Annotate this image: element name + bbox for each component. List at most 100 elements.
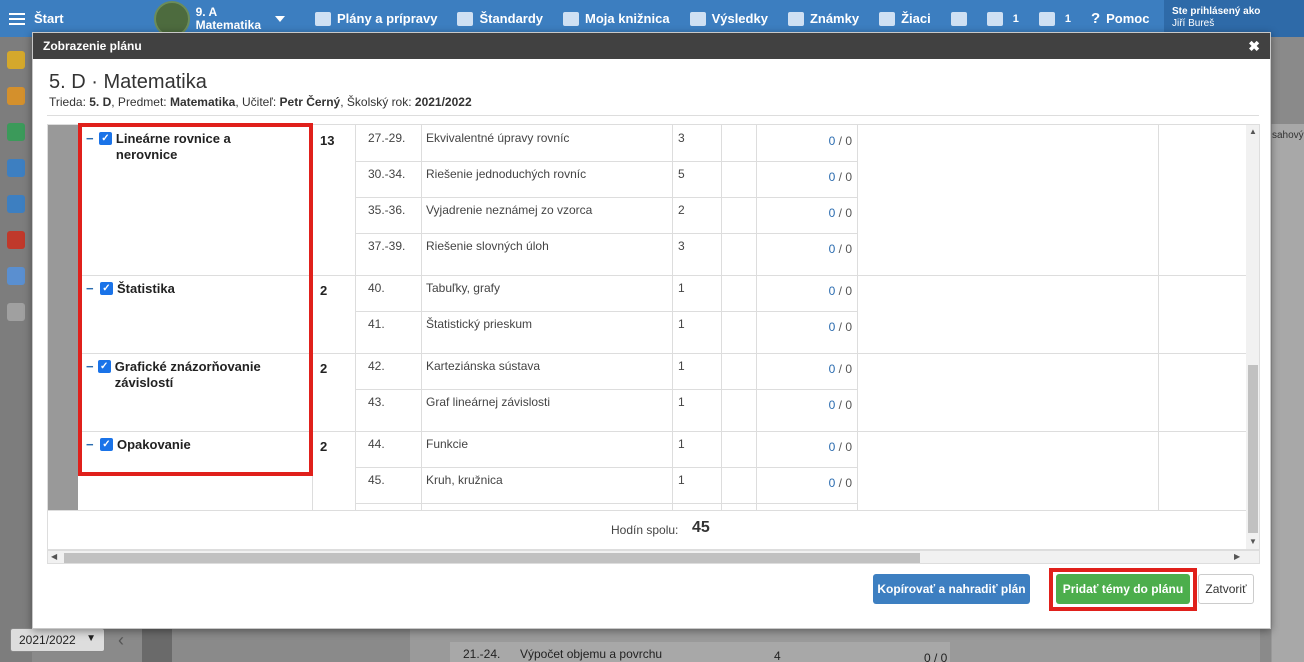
scroll-right-icon[interactable]: ▶ (1234, 552, 1240, 561)
book-icon[interactable] (7, 159, 25, 177)
lesson-count: 1 (678, 473, 685, 487)
total-label: Hodín spolu: (611, 523, 679, 537)
lesson-score: 0 / 0 (828, 134, 852, 148)
bg-row-topic: Výpočet objemu a povrchu (520, 647, 663, 661)
lesson-range: 42. (368, 359, 385, 373)
lesson-score: 0 / 0 (828, 170, 852, 184)
lesson-count: 1 (678, 395, 685, 409)
lesson-count: 2 (678, 203, 685, 217)
library-icon (563, 11, 580, 26)
lesson-name[interactable]: Karteziánska sústava (426, 359, 540, 373)
star-icon[interactable] (7, 51, 25, 69)
bar-chart-icon (689, 11, 706, 26)
lesson-name[interactable]: Graf lineárnej závislosti (426, 395, 550, 409)
scroll-left-icon[interactable]: ◀ (51, 552, 57, 561)
help-button[interactable]: ? Pomoc (1081, 10, 1160, 27)
nav-results[interactable]: Výsledky (680, 11, 778, 26)
modal-header: Zobrazenie plánu ✖ (33, 33, 1270, 59)
shield-icon (457, 11, 474, 26)
chevron-down-icon: ▼ (86, 633, 96, 644)
open-book-icon[interactable] (7, 195, 25, 213)
chevron-down-icon (275, 15, 285, 22)
lesson-range: 41. (368, 317, 385, 331)
menu-icon[interactable] (0, 0, 34, 37)
lesson-count: 1 (678, 317, 685, 331)
lesson-score: 0 / 0 (828, 398, 852, 412)
lesson-count: 1 (678, 437, 685, 451)
grades-icon (787, 11, 804, 26)
topic-hours: 2 (320, 283, 328, 298)
lesson-count: 5 (678, 167, 685, 181)
lesson-range: 37.-39. (368, 239, 406, 253)
lesson-score: 0 / 0 (828, 362, 852, 376)
chevron-left-icon[interactable]: ‹ (118, 630, 124, 651)
scroll-down-icon[interactable]: ▼ (1249, 537, 1257, 546)
modal-title: 5. D · Matematika (49, 71, 207, 93)
modal-header-title: Zobrazenie plánu (43, 39, 142, 53)
bg-row-count: 4 (774, 649, 781, 662)
lesson-range: 43. (368, 395, 385, 409)
lesson-range: 27.-29. (368, 131, 406, 145)
mail-count: 1 (1064, 12, 1071, 25)
year-select[interactable]: 2021/2022 ▼ (10, 628, 105, 652)
lesson-range: 40. (368, 281, 385, 295)
mail-button[interactable]: 1 (1029, 11, 1081, 26)
chat-count: 1 (1012, 12, 1019, 25)
lesson-score: 0 / 0 (828, 440, 852, 454)
lesson-count: 3 (678, 239, 685, 253)
lesson-name[interactable]: Tabuľky, grafy (426, 281, 500, 295)
lesson-name[interactable]: Kruh, kružnica (426, 473, 503, 487)
lesson-count: 1 (678, 359, 685, 373)
lesson-range: 44. (368, 437, 385, 451)
copy-replace-button[interactable]: Kopírovať a nahradiť plán (873, 574, 1030, 604)
students-icon (879, 11, 896, 26)
nav-plans[interactable]: Plány a prípravy (305, 11, 447, 26)
add-topics-button[interactable]: Pridať témy do plánu (1056, 574, 1190, 604)
background-row: 21.-24. Výpočet objemu a povrchu 4 0 / 0 (450, 642, 950, 662)
scroll-up-icon[interactable]: ▲ (1249, 127, 1257, 136)
mail-icon (1038, 11, 1055, 26)
chat-icon (986, 11, 1003, 26)
close-icon[interactable]: ✖ (1248, 38, 1260, 55)
lesson-name[interactable]: Štatistický prieskum (426, 317, 532, 331)
bg-row-range: 21.-24. (463, 647, 501, 661)
topic-hours: 2 (320, 361, 328, 376)
nav-home[interactable]: Štart (34, 11, 74, 26)
total-value: 45 (692, 519, 710, 536)
vertical-scrollbar[interactable]: ▲ ▼ (1246, 125, 1259, 549)
user-name: Jiří Bureš (1172, 18, 1215, 29)
user-label: Ste prihlásený ako (1172, 6, 1261, 17)
lesson-score: 0 / 0 (828, 476, 852, 490)
nav-library[interactable]: Moja knižnica (553, 11, 680, 26)
gear-icon[interactable] (7, 303, 25, 321)
cast-button[interactable] (941, 11, 977, 26)
chat-icon[interactable] (7, 231, 25, 249)
mail-icon[interactable] (7, 87, 25, 105)
lesson-count: 3 (678, 131, 685, 145)
nav-grades[interactable]: Známky (778, 11, 869, 26)
nav-students[interactable]: Žiaci (869, 11, 941, 26)
background-strip (142, 628, 172, 662)
background-column-header: sahový (1272, 130, 1304, 141)
briefcase-icon (315, 11, 331, 26)
horizontal-scrollbar[interactable]: ◀ ▶ (47, 550, 1260, 564)
background-column: sahový (1271, 124, 1304, 662)
lesson-name[interactable]: Riešenie slovných úloh (426, 239, 549, 253)
chat-button[interactable]: 1 (977, 11, 1029, 26)
plan-modal: Zobrazenie plánu ✖ 5. D · Matematika Tri… (32, 32, 1271, 629)
close-button[interactable]: Zatvoriť (1198, 574, 1254, 604)
lesson-name[interactable]: Vyjadrenie neznámej zo vzorca (426, 203, 592, 217)
topics-highlight (78, 123, 313, 476)
lesson-range: 30.-34. (368, 167, 406, 181)
lesson-name[interactable]: Funkcie (426, 437, 468, 451)
home-icon[interactable] (7, 123, 25, 141)
topic-hours: 2 (320, 439, 328, 454)
class-subject: Matematika (195, 17, 261, 32)
lesson-name[interactable]: Riešenie jednoduchých rovníc (426, 167, 586, 181)
nav-standards[interactable]: Štandardy (447, 11, 553, 26)
left-sidebar (0, 37, 32, 662)
lesson-count: 1 (678, 281, 685, 295)
question-icon: ? (1090, 10, 1101, 27)
pencil-icon[interactable] (7, 267, 25, 285)
lesson-name[interactable]: Ekvivalentné úpravy rovníc (426, 131, 569, 145)
